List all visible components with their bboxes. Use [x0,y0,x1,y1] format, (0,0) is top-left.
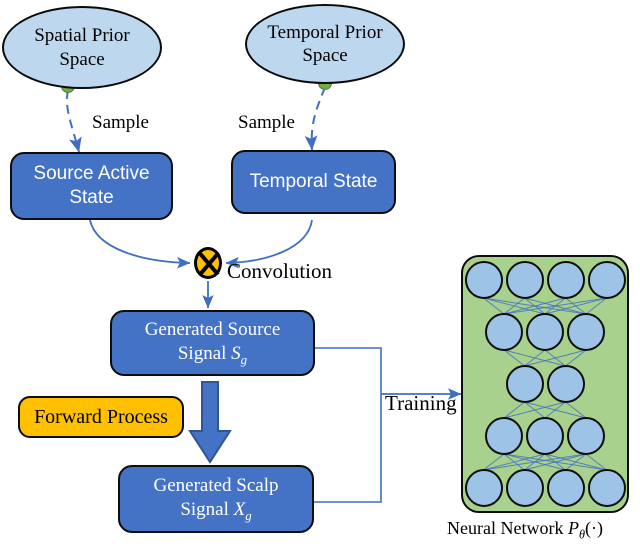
spatial-prior-line-1: Spatial Prior [34,25,130,47]
neural-network-node [485,417,523,455]
source-active-state-line-1: Source Active [33,163,150,185]
temporal-state-line-1: Temporal State [249,171,378,193]
generated-source-signal-subscript: g [240,351,248,367]
forward-process: Forward Process [18,396,184,438]
temporal-prior-line-1: Temporal Prior [267,21,383,43]
neural-network-node [526,417,564,455]
training-label: Training [385,391,457,415]
neural-network-caption: Neural Network Pθ(·) [447,518,603,543]
neural-network-node [567,417,605,455]
temporal-prior-line-2: Space [302,45,348,66]
generated-source-signal-symbol: S [231,342,241,364]
forward-process-block-arrow [188,381,232,464]
generated-scalp-signal-symbol: X [233,498,246,520]
edge-source-to-convolution [89,219,191,269]
generated-scalp-signal-prefix: Signal [180,498,234,520]
edge-temporal-to-convolution [225,219,313,269]
neural-network-node [505,261,544,299]
neural-network-node [485,313,523,351]
neural-network-node [505,365,544,403]
neural-network-node [464,469,503,507]
neural-network-node [567,313,605,351]
sample-label-right: Sample [238,112,295,133]
spatial-prior-line-2: Space [59,48,105,70]
neural-network-node [546,365,585,403]
source-active-state-line-2: State [69,187,114,208]
neural-network-node [505,469,544,507]
generated-source-signal: Generated Source Signal Sg [110,310,315,376]
neural-network-caption-suffix: (·) [584,518,603,538]
spatial-prior-space: Spatial Prior Space [2,6,162,89]
neural-network-node [587,469,626,507]
generated-source-signal-prefix: Signal [177,342,232,364]
sample-arrow-spatial [61,79,82,153]
neural-network-node [546,469,585,507]
temporal-state: Temporal State [231,150,396,214]
neural-network-node [464,261,503,299]
neural-network-caption-prefix: Neural Network [447,518,568,538]
convolution-label: Convolution [227,259,333,283]
neural-network-panel [461,255,629,513]
source-active-state: Source Active State [10,152,173,220]
neural-network-caption-symbol: P [567,518,579,538]
generated-scalp-signal: Generated Scalp Signal Xg [118,465,314,533]
sample-arrow-temporal [304,76,332,151]
diagram-canvas: Spatial Prior Space Temporal Prior Space… [0,0,640,546]
edge-signals-bracket [314,347,382,503]
neural-network-node [587,261,626,299]
neural-network-node [526,313,564,351]
generated-scalp-signal-line-1: Generated Scalp [153,475,279,497]
generated-scalp-signal-subscript: g [245,507,252,523]
generated-source-signal-line-2: Signal Sg [178,342,247,368]
sample-label-left: Sample [92,112,149,133]
generated-source-signal-line-1: Generated Source [144,319,281,341]
generated-scalp-signal-line-2: Signal Xg [180,498,251,524]
neural-network-node [546,261,585,299]
temporal-prior-space: Temporal Prior Space [245,4,405,84]
circled-times-icon [194,247,222,279]
